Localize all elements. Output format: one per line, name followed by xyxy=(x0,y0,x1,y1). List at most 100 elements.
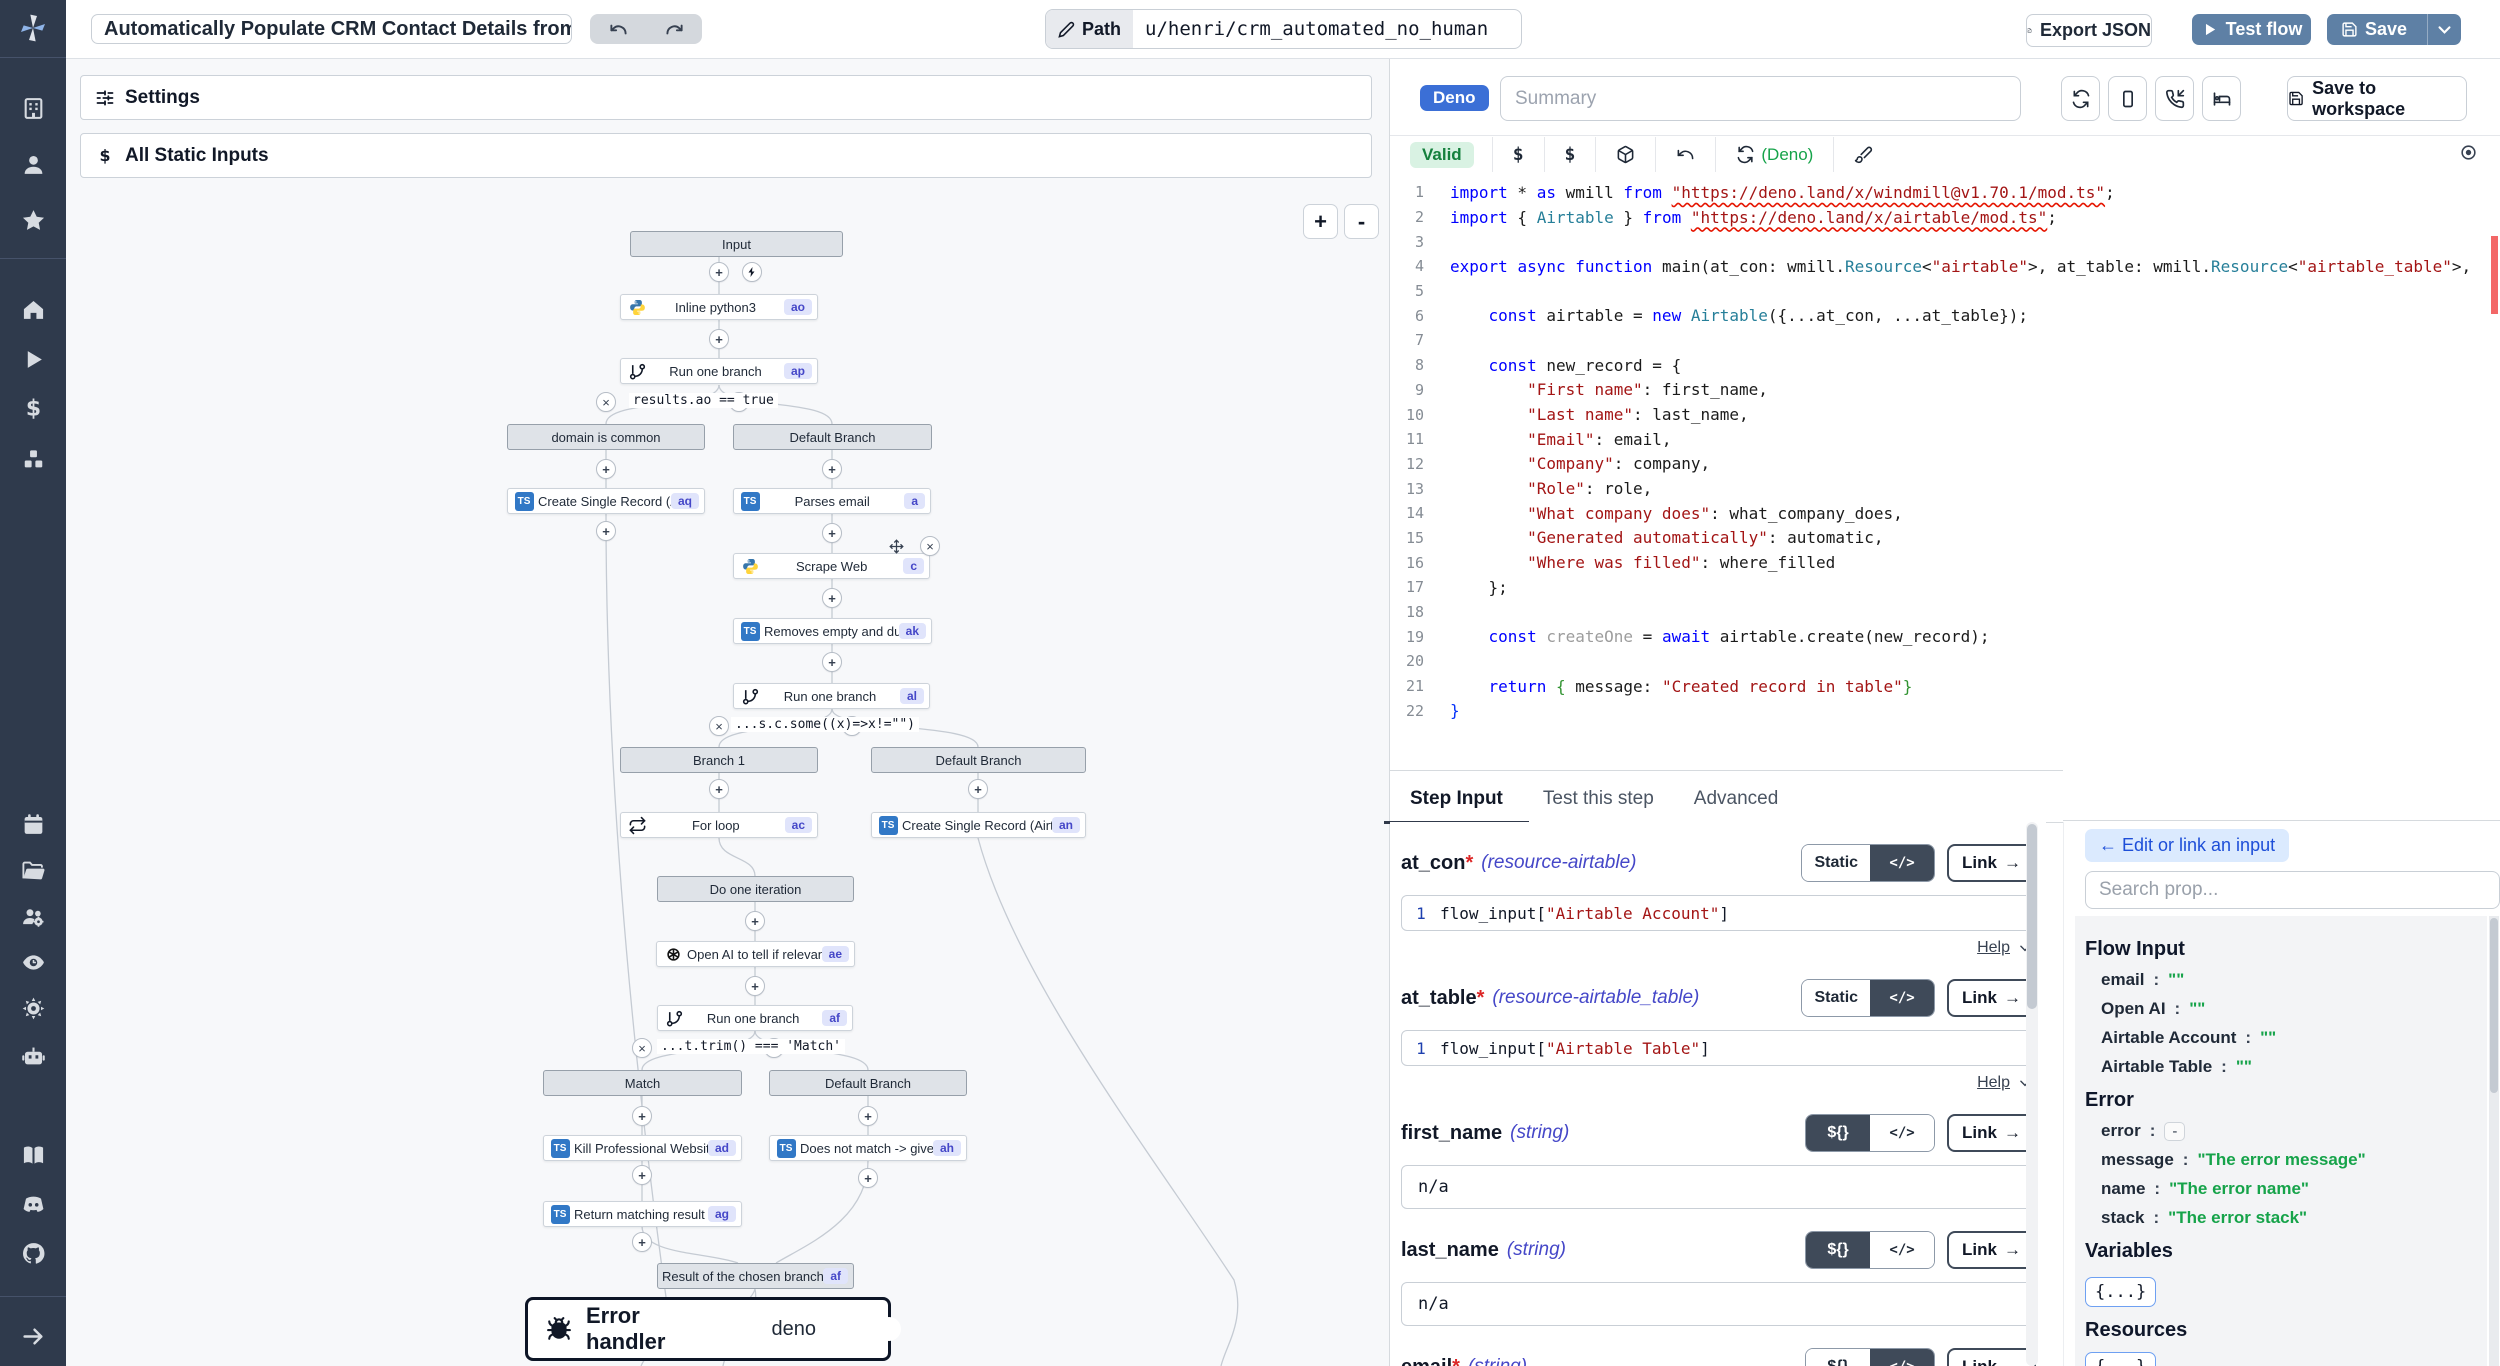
prop-item[interactable]: error:- xyxy=(2101,1121,2487,1141)
flow-node[interactable]: Default Branch xyxy=(871,747,1086,773)
code-line[interactable]: 7 xyxy=(1390,328,2500,353)
code-line[interactable]: 11 "Email": email, xyxy=(1390,427,2500,452)
add-step-button[interactable]: + xyxy=(822,459,842,479)
save-button[interactable]: Save xyxy=(2327,14,2419,45)
link-button[interactable]: Link→ xyxy=(1947,844,2036,882)
test-flow-button[interactable]: Test flow xyxy=(2192,14,2311,45)
add-step-button[interactable]: + xyxy=(709,329,729,349)
code-line[interactable]: 14 "What company does": what_company_doe… xyxy=(1390,501,2500,526)
form-scrollbar[interactable] xyxy=(2026,822,2038,1366)
expand-object-chip[interactable]: {...} xyxy=(2085,1277,2156,1307)
redo-button[interactable] xyxy=(646,14,702,44)
remove-branch-button[interactable]: × xyxy=(709,716,729,736)
expression-input[interactable]: 1flow_input["Airtable Table"] xyxy=(1401,1030,2036,1066)
save-to-workspace-button[interactable]: Save to workspace xyxy=(2287,76,2467,121)
reset-button[interactable] xyxy=(1656,145,1715,164)
move-node-icon[interactable] xyxy=(887,537,905,555)
sync-button[interactable] xyxy=(2061,76,2100,121)
add-step-button[interactable]: + xyxy=(632,1165,652,1185)
add-step-button[interactable]: + xyxy=(858,1168,878,1188)
flow-node[interactable]: Scrape Webc xyxy=(733,553,930,579)
code-line[interactable]: 19 const createOne = await airtable.crea… xyxy=(1390,624,2500,649)
sidebar-calendar-icon[interactable] xyxy=(0,804,66,844)
sidebar-team-icon[interactable] xyxy=(0,896,66,936)
path-value[interactable]: u/henri/crm_automated_no_human xyxy=(1133,10,1521,48)
value-input[interactable]: n/a xyxy=(1401,1165,2036,1209)
help-link[interactable]: Help xyxy=(1977,1074,2010,1092)
flow-node[interactable]: TSKill Professional Websites mentionsad xyxy=(543,1135,742,1161)
flow-node[interactable]: Input xyxy=(630,231,843,257)
flow-node[interactable]: Inline python3ao xyxy=(620,294,818,320)
add-step-button[interactable]: + xyxy=(822,652,842,672)
prop-scrollbar[interactable] xyxy=(2489,916,2499,1366)
flow-node[interactable]: Run one branchal xyxy=(733,683,930,709)
add-step-button[interactable]: + xyxy=(745,911,765,931)
help-link[interactable]: Help xyxy=(1977,939,2010,957)
static-mode-segment[interactable]: Static xyxy=(1802,845,1870,881)
code-mode-segment[interactable]: </> xyxy=(1870,845,1934,881)
sidebar-cubes-icon[interactable] xyxy=(0,439,66,479)
flow-node[interactable]: TSReturn matching resultag xyxy=(543,1201,742,1227)
flow-node[interactable]: Run one branchaf xyxy=(657,1005,853,1031)
sidebar-play-icon[interactable] xyxy=(0,339,66,379)
code-mode-segment[interactable]: </> xyxy=(1870,1232,1934,1268)
prop-item[interactable]: message:"The error message" xyxy=(2101,1150,2487,1170)
code-line[interactable]: 10 "Last name": last_name, xyxy=(1390,402,2500,427)
flow-node[interactable]: TSRemoves empty and duplicatesak xyxy=(733,618,932,644)
code-mode-segment[interactable]: </> xyxy=(1870,980,1934,1016)
expand-object-chip[interactable]: {...} xyxy=(2085,1352,2156,1366)
export-json-button[interactable]: Export JSON xyxy=(2026,14,2152,47)
add-step-button[interactable]: + xyxy=(596,459,616,479)
code-line[interactable]: 12 "Company": company, xyxy=(1390,452,2500,477)
static-inputs-button[interactable]: $ xyxy=(1545,144,1596,165)
value-input[interactable]: n/a xyxy=(1401,1282,2036,1326)
sidebar-folder-icon[interactable] xyxy=(0,850,66,890)
link-button[interactable]: Link→ xyxy=(1947,1348,2036,1366)
remove-branch-button[interactable]: × xyxy=(632,1038,652,1058)
sidebar-user-icon[interactable] xyxy=(0,144,66,184)
flow-node[interactable]: Do one iteration xyxy=(657,876,854,902)
prop-item[interactable]: Airtable Account:"" xyxy=(2101,1028,2487,1048)
tab-test-this-step[interactable]: Test this step xyxy=(1523,788,1674,810)
tab-advanced[interactable]: Advanced xyxy=(1674,788,1799,810)
code-line[interactable]: 4export async function main(at_con: wmil… xyxy=(1390,254,2500,279)
prop-item[interactable]: stack:"The error stack" xyxy=(2101,1208,2487,1228)
code-line[interactable]: 22} xyxy=(1390,698,2500,723)
code-line[interactable]: 2import { Airtable } from "https://deno.… xyxy=(1390,205,2500,230)
sidebar-arrow-right-icon[interactable] xyxy=(0,1316,66,1356)
flow-node[interactable]: Match xyxy=(543,1070,742,1096)
flow-node[interactable]: Default Branch xyxy=(733,424,932,450)
code-line[interactable]: 1import * as wmill from "https://deno.la… xyxy=(1390,180,2500,205)
add-step-button[interactable]: + xyxy=(968,779,988,799)
summary-input[interactable]: Summary xyxy=(1500,76,2021,121)
static-mode-segment[interactable]: ${} xyxy=(1806,1115,1870,1151)
path-field[interactable]: Path u/henri/crm_automated_no_human xyxy=(1045,9,1522,49)
link-button[interactable]: Link→ xyxy=(1947,979,2036,1017)
goto-definition-button[interactable] xyxy=(2459,143,2478,167)
link-button[interactable]: Link→ xyxy=(1947,1231,2036,1269)
code-mode-segment[interactable]: </> xyxy=(1870,1115,1934,1151)
flow-node[interactable]: TSDoes not match -> gives empty valueah xyxy=(769,1135,967,1161)
add-step-button[interactable]: + xyxy=(632,1106,652,1126)
add-step-button[interactable]: + xyxy=(822,588,842,608)
add-step-button[interactable]: + xyxy=(632,1232,652,1252)
error-handler-node[interactable]: Error handlerdeno xyxy=(525,1297,891,1361)
mobile-view-button[interactable] xyxy=(2108,76,2147,121)
remove-node-icon[interactable]: × xyxy=(920,536,940,556)
code-line[interactable]: 3 xyxy=(1390,229,2500,254)
static-mode-segment[interactable]: Static xyxy=(1802,980,1870,1016)
sidebar-eye-icon[interactable] xyxy=(0,942,66,982)
add-step-button[interactable]: + xyxy=(709,779,729,799)
link-button[interactable]: Link→ xyxy=(1947,1114,2036,1152)
flow-node[interactable]: domain is common xyxy=(507,424,705,450)
prop-item[interactable]: Open AI:"" xyxy=(2101,999,2487,1019)
code-editor[interactable]: 1import * as wmill from "https://deno.la… xyxy=(1390,172,2500,828)
sidebar-github-icon[interactable] xyxy=(0,1233,66,1273)
flow-node[interactable]: TSCreate Single Record (Airtable)an xyxy=(871,812,1086,838)
flow-node[interactable]: Result of the chosen branchaf xyxy=(657,1263,854,1289)
prop-item[interactable]: Airtable Table:"" xyxy=(2101,1057,2487,1077)
flow-node[interactable]: For loopac xyxy=(620,812,818,838)
edit-or-link-input-button[interactable]: ← Edit or link an input xyxy=(2085,829,2289,862)
flow-node[interactable]: TSParses emaila xyxy=(733,488,931,514)
flow-title-input[interactable]: Automatically Populate CRM Contact Detai… xyxy=(91,14,572,44)
